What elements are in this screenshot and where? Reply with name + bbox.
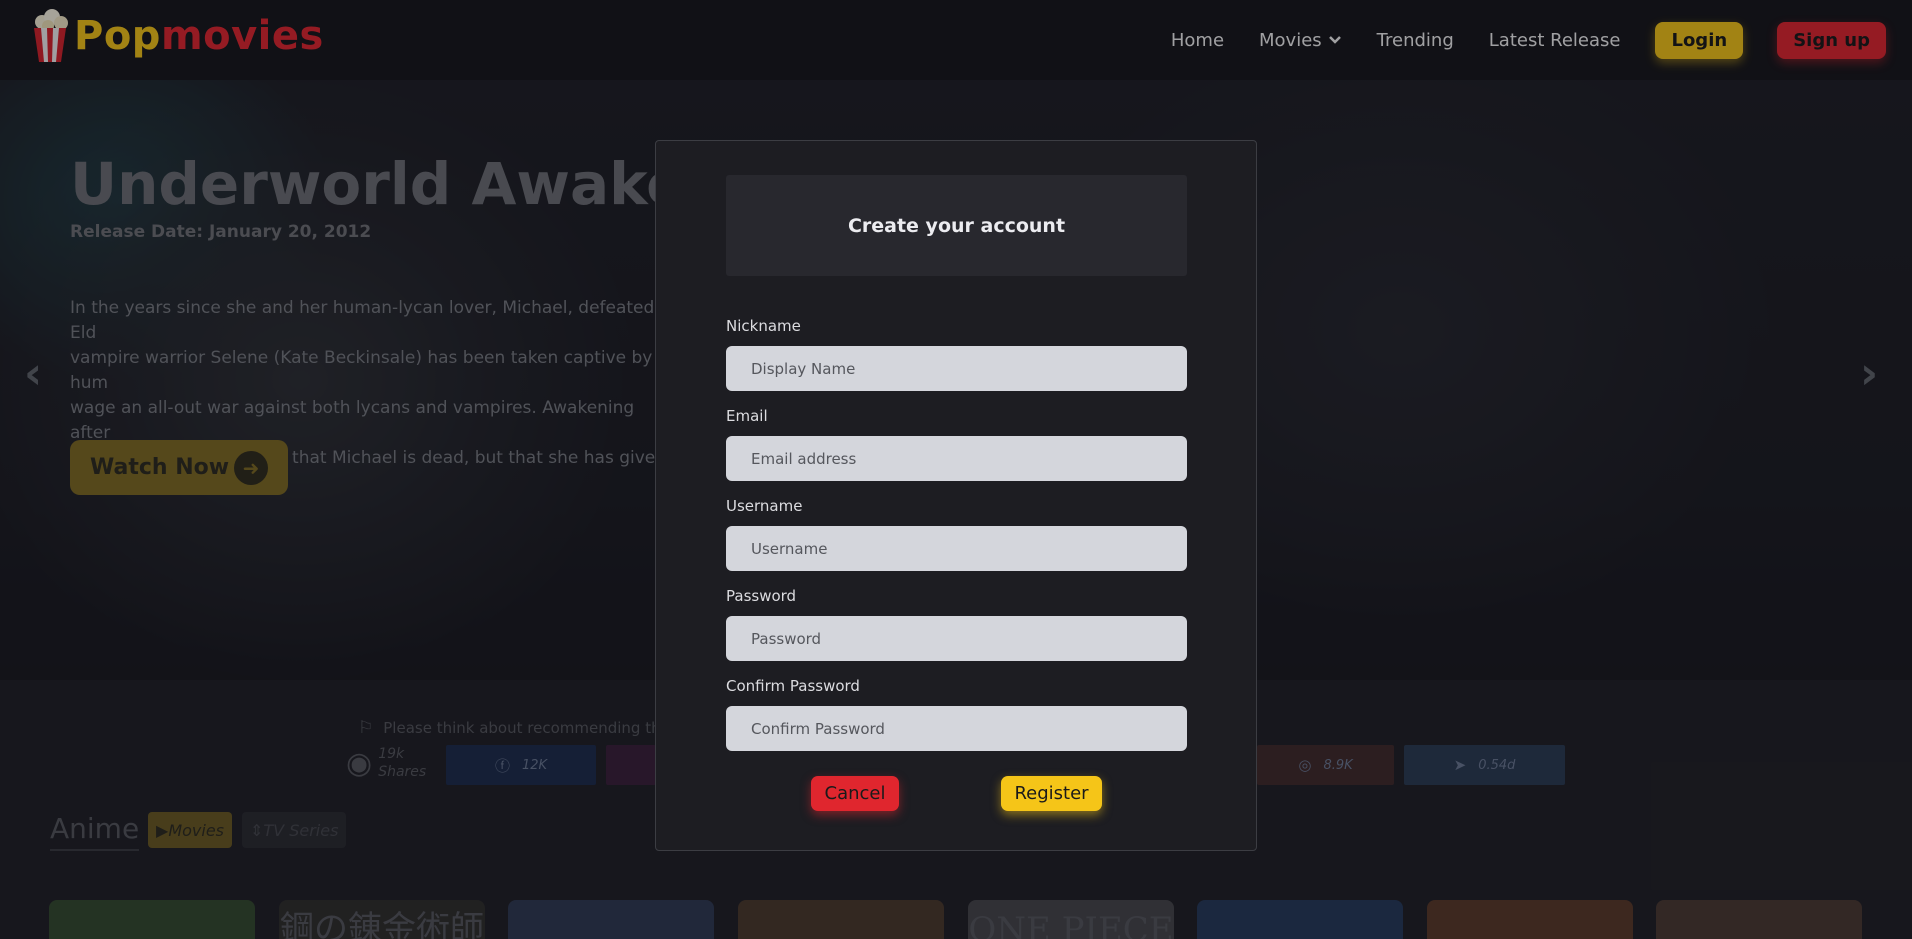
username-input[interactable] [726,526,1187,571]
nickname-label: Nickname [726,317,801,335]
password-label: Password [726,587,797,605]
confirm-password-label: Confirm Password [726,677,860,695]
cancel-button[interactable]: Cancel [811,776,899,811]
register-button[interactable]: Register [1001,776,1102,811]
nickname-input[interactable] [726,346,1187,391]
password-input[interactable] [726,616,1187,661]
modal-title: Create your account [726,175,1187,276]
username-label: Username [726,497,803,515]
signup-modal: Create your account Nickname Email Usern… [655,140,1257,851]
email-input[interactable] [726,436,1187,481]
email-label: Email [726,407,768,425]
confirm-password-input[interactable] [726,706,1187,751]
